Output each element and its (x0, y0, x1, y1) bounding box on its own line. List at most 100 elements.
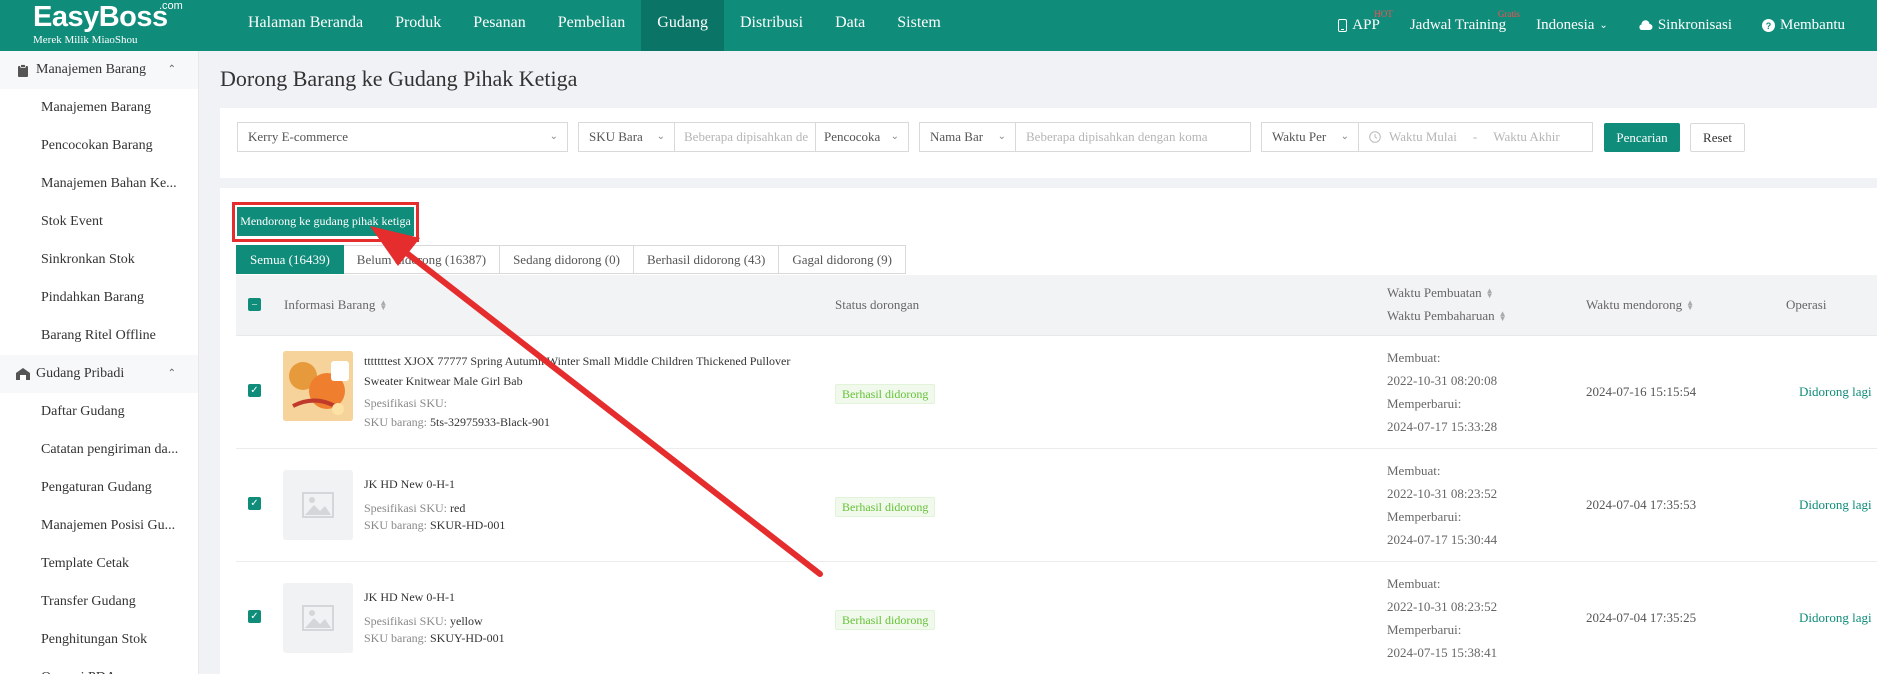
sidebar-group-private-warehouse[interactable]: Gudang Pribadi ⌃ (0, 355, 198, 393)
time-info: Membuat: 2022-10-31 08:20:08 Memperbarui… (1387, 346, 1497, 438)
sidebar-item-item-matching[interactable]: Pencocokan Barang (0, 127, 198, 165)
sidebar-item-move-items[interactable]: Pindahkan Barang (0, 279, 198, 317)
sidebar-item-location-management[interactable]: Manajemen Posisi Gu... (0, 507, 198, 545)
row-checkbox[interactable]: ✓ (248, 384, 261, 397)
sku-input[interactable]: Beberapa dipisahkan de (674, 122, 816, 152)
sku-value: SKUR-HD-001 (430, 518, 506, 532)
updated-value: 2024-07-17 15:30:44 (1387, 532, 1498, 547)
sync-link[interactable]: Sinkronisasi (1638, 17, 1732, 34)
product-image[interactable] (283, 351, 353, 421)
logo[interactable]: EasyBoss .com Merek Milik MiaoShou (33, 0, 183, 48)
sidebar-item-material[interactable]: Manajemen Bahan Ke... (0, 165, 198, 203)
select-all-checkbox[interactable]: – (248, 298, 261, 311)
sidebar-group-label: Manajemen Barang (36, 62, 147, 77)
nav-data[interactable]: Data (819, 0, 881, 51)
sidebar-item-print-template[interactable]: Template Cetak (0, 545, 198, 583)
phone-icon (1338, 19, 1348, 32)
sidebar-item-warehouse-transfer[interactable]: Transfer Gudang (0, 583, 198, 621)
nav-warehouse[interactable]: Gudang (641, 0, 724, 51)
sidebar-group-item-management[interactable]: Manajemen Barang ⌃ (0, 51, 198, 89)
chevron-up-icon: ⌃ (167, 368, 176, 379)
app-link[interactable]: APP HOT (1338, 9, 1393, 34)
sku-type-select[interactable]: SKU Bara ⌄ (578, 122, 675, 152)
col-created[interactable]: Waktu Pembuatan ▲ ▼ (1387, 285, 1494, 301)
hot-badge: HOT (1374, 9, 1393, 19)
nav-products[interactable]: Produk (379, 0, 457, 51)
col-operation: Operasi (1786, 297, 1826, 313)
date-range-picker[interactable]: Waktu Mulai - Waktu Akhir (1358, 122, 1593, 152)
tab-all[interactable]: Semua (16439) (236, 245, 344, 274)
help-link[interactable]: ? Membantu (1762, 17, 1845, 34)
sidebar-item-warehouse-settings[interactable]: Pengaturan Gudang (0, 469, 198, 507)
push-time: 2024-07-04 17:35:53 (1586, 497, 1697, 512)
created-label: Membuat: (1387, 463, 1441, 478)
nav-distribution[interactable]: Distribusi (724, 0, 819, 51)
image-icon (302, 605, 334, 631)
warehouse-select[interactable]: Kerry E-commerce ⌄ (237, 122, 568, 152)
sidebar-item-pda[interactable]: Operasi PDA (0, 659, 198, 674)
sidebar-item-stock-event[interactable]: Stok Event (0, 203, 198, 241)
training-link[interactable]: Jadwal Training Gratis (1410, 9, 1520, 34)
chevron-up-icon: ⌃ (167, 64, 176, 75)
spec-value: yellow (450, 614, 483, 628)
range-separator: - (1472, 129, 1478, 144)
chevron-down-icon: ⌄ (549, 131, 558, 142)
brand-name: EasyBoss (33, 1, 168, 33)
push-time: 2024-07-04 17:35:25 (1586, 610, 1697, 625)
col-push-time[interactable]: Waktu mendorong ▲ ▼ (1586, 297, 1694, 313)
product-title[interactable]: JK HD New 0-H-1 (364, 474, 814, 494)
search-button[interactable]: Pencarian (1604, 123, 1680, 152)
nav-orders[interactable]: Pesanan (457, 0, 541, 51)
row-checkbox[interactable]: ✓ (248, 610, 261, 623)
sidebar-item-sync-stock[interactable]: Sinkronkan Stok (0, 241, 198, 279)
col-push-time-label: Waktu mendorong (1586, 297, 1683, 312)
sku-value: 5ts-32975933-Black-901 (430, 415, 550, 429)
nav-home[interactable]: Halaman Beranda (232, 0, 379, 51)
time-type-select[interactable]: Waktu Per ⌄ (1261, 122, 1359, 152)
repush-link[interactable]: Didorong lagi (1799, 384, 1872, 400)
reset-button[interactable]: Reset (1690, 123, 1745, 152)
tab-not-pushed[interactable]: Belum didorong (16387) (343, 245, 501, 274)
repush-link[interactable]: Didorong lagi (1799, 610, 1872, 626)
sidebar-item-shipping-records[interactable]: Catatan pengiriman da... (0, 431, 198, 469)
chevron-down-icon: ⌄ (1599, 20, 1608, 31)
header-right: APP HOT Jadwal Training Gratis Indonesia… (1308, 0, 1845, 51)
updated-label: Memperbarui: (1387, 622, 1462, 637)
tab-pushing[interactable]: Sedang didorong (0) (500, 245, 634, 274)
status-badge: Berhasil didorong (835, 384, 936, 404)
chevron-down-icon: ⌄ (656, 131, 665, 142)
sidebar-item-warehouse-list[interactable]: Daftar Gudang (0, 393, 198, 431)
free-badge: Gratis (1497, 9, 1520, 19)
sidebar-item-offline-retail[interactable]: Barang Ritel Offline (0, 317, 198, 355)
sku-value: SKUY-HD-001 (430, 631, 505, 645)
brand-suffix: .com (159, 0, 183, 12)
page-title: Dorong Barang ke Gudang Pihak Ketiga (220, 66, 578, 91)
updated-value: 2024-07-17 15:33:28 (1387, 419, 1498, 434)
repush-link[interactable]: Didorong lagi (1799, 497, 1872, 513)
product-image-placeholder[interactable] (283, 583, 353, 653)
brand-tagline: Merek Milik MiaoShou (33, 34, 138, 46)
product-title[interactable]: tttttttest XJOX 77777 Spring Autumn Wint… (364, 351, 814, 391)
nav-system[interactable]: Sistem (881, 0, 957, 51)
tab-push-failed[interactable]: Gagal didorong (9) (779, 245, 906, 274)
row-checkbox[interactable]: ✓ (248, 497, 261, 510)
name-type-value: Nama Bar (930, 129, 984, 144)
cloud-icon (1639, 20, 1653, 30)
sku-input-placeholder: Beberapa dipisahkan de (684, 129, 809, 144)
name-type-select[interactable]: Nama Bar ⌄ (919, 122, 1016, 152)
status-tabs: Semua (16439) Belum didorong (16387) Sed… (236, 245, 906, 274)
sort-icon: ▲ ▼ (1686, 298, 1694, 312)
sidebar-item-item-management[interactable]: Manajemen Barang (0, 89, 198, 127)
language-select[interactable]: Indonesia ⌄ (1536, 17, 1608, 34)
sidebar-item-stock-count[interactable]: Penghitungan Stok (0, 621, 198, 659)
col-info[interactable]: Informasi Barang ▲ ▼ (284, 297, 387, 313)
svg-text:?: ? (1766, 21, 1772, 31)
name-input[interactable]: Beberapa dipisahkan dengan koma (1015, 122, 1251, 152)
match-mode-select[interactable]: Pencocoka ⌄ (815, 122, 909, 152)
chevron-down-icon: ⌄ (997, 131, 1006, 142)
col-updated[interactable]: Waktu Pembaharuan ▲ ▼ (1387, 308, 1507, 324)
nav-purchases[interactable]: Pembelian (542, 0, 642, 51)
tab-push-success[interactable]: Berhasil didorong (43) (633, 245, 780, 274)
product-title[interactable]: JK HD New 0-H-1 (364, 587, 814, 607)
product-image-placeholder[interactable] (283, 470, 353, 540)
